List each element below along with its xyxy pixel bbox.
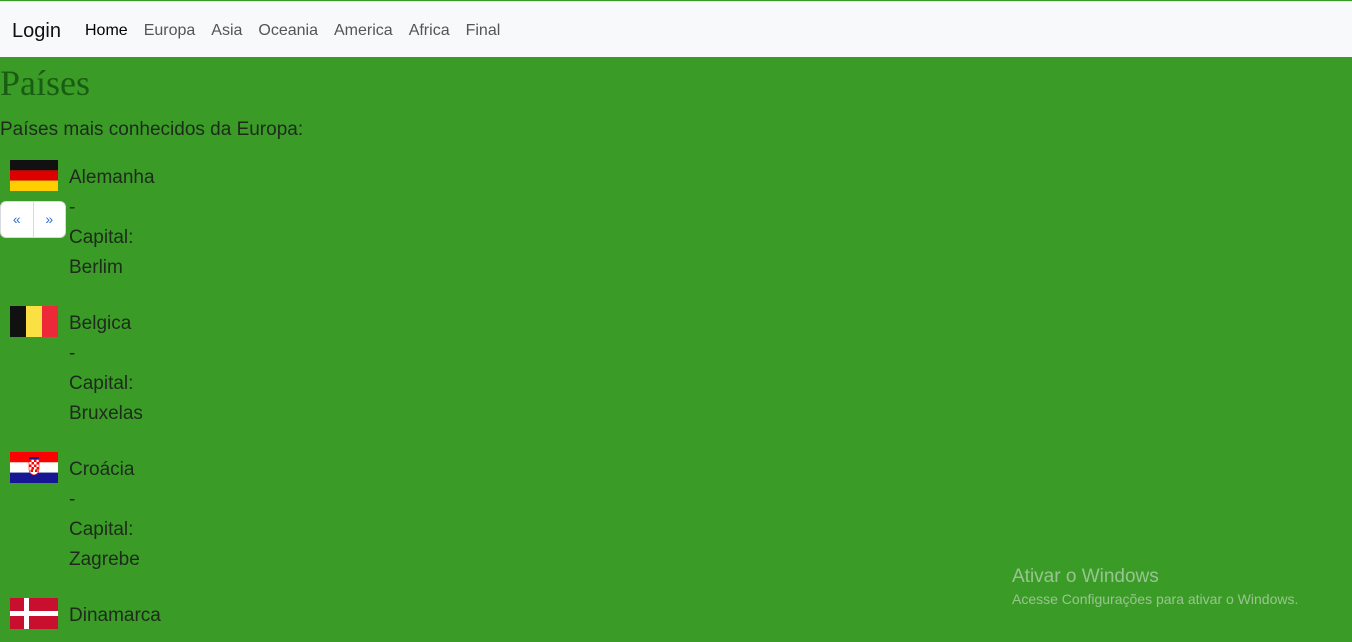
nav-links: Home Europa Asia Oceania America Africa …: [85, 22, 500, 40]
nav-item-home[interactable]: Home: [85, 22, 128, 40]
page-title: Países: [0, 63, 90, 103]
windows-activation-watermark: Ativar o Windows Acesse Configurações pa…: [1012, 566, 1298, 607]
country-item-dinamarca: Dinamarca: [0, 598, 300, 642]
country-name: Belgica: [69, 313, 132, 334]
nav-item-america[interactable]: America: [334, 22, 393, 40]
watermark-subtitle: Acesse Configurações para ativar o Windo…: [1012, 591, 1299, 607]
capital-label: Capital:: [69, 227, 134, 248]
country-info: Alemanha - Capital: Berlim: [69, 163, 155, 283]
country-item-croacia: Croácia - Capital: Zagrebe: [0, 452, 300, 582]
navbar: Login Home Europa Asia Oceania America A…: [0, 1, 1352, 57]
navbar-brand-login[interactable]: Login: [12, 20, 61, 43]
country-name: Dinamarca: [69, 605, 161, 626]
country-info: Croácia - Capital: Zagrebe: [69, 455, 140, 575]
capital-name: Zagrebe: [69, 549, 140, 570]
germany-flag-icon: [10, 160, 58, 191]
previous-page-button[interactable]: «: [1, 202, 34, 237]
country-item-belgica: Belgica - Capital: Bruxelas: [0, 306, 300, 436]
nav-item-europa[interactable]: Europa: [144, 22, 196, 40]
watermark-title: Ativar o Windows: [1012, 566, 1159, 587]
pagination: « »: [0, 201, 66, 238]
country-separator: -: [69, 489, 76, 510]
country-info: Belgica - Capital: Bruxelas: [69, 309, 143, 429]
nav-item-asia[interactable]: Asia: [211, 22, 242, 40]
country-separator: -: [69, 343, 76, 364]
next-page-button[interactable]: »: [34, 202, 66, 237]
belgium-flag-icon: [10, 306, 58, 337]
country-name: Alemanha: [69, 167, 155, 188]
capital-label: Capital:: [69, 519, 134, 540]
capital-name: Berlim: [69, 257, 123, 278]
nav-item-oceania[interactable]: Oceania: [258, 22, 318, 40]
page-subtitle: Países mais conhecidos da Europa:: [0, 119, 304, 140]
country-separator: -: [69, 197, 76, 218]
country-name: Croácia: [69, 459, 135, 480]
country-info: Dinamarca: [69, 601, 161, 631]
nav-item-africa[interactable]: Africa: [409, 22, 450, 40]
nav-item-final[interactable]: Final: [466, 22, 501, 40]
croatia-flag-icon: [10, 452, 58, 483]
capital-label: Capital:: [69, 373, 134, 394]
denmark-flag-icon: [10, 598, 58, 629]
capital-name: Bruxelas: [69, 403, 143, 424]
